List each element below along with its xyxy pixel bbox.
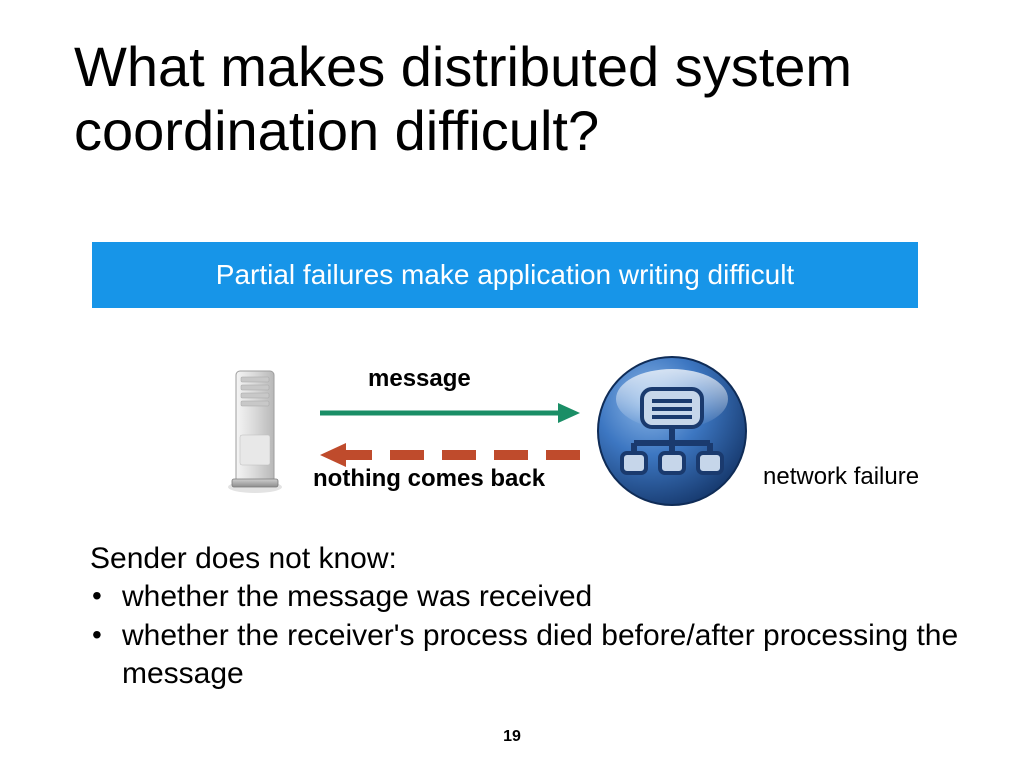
bullet-item: • whether the receiver's process died be… [90, 617, 960, 694]
body-text: Sender does not know: • whether the mess… [90, 540, 960, 694]
bullet-dot-icon: • [90, 617, 122, 694]
message-label: message [368, 365, 471, 393]
network-icon [592, 351, 752, 511]
slide-title: What makes distributed system coordinati… [74, 35, 954, 164]
banner-text: Partial failures make application writin… [216, 259, 794, 291]
slide: What makes distributed system coordinati… [0, 0, 1024, 768]
banner: Partial failures make application writin… [92, 242, 918, 308]
bullet-text: whether the message was received [122, 578, 960, 616]
server-icon [226, 365, 284, 495]
body-lead: Sender does not know: [90, 540, 960, 578]
bullet-item: • whether the message was received [90, 578, 960, 616]
diagram: message nothing comes back [0, 335, 1024, 525]
arrow-return-icon [320, 443, 580, 467]
page-number: 19 [0, 728, 1024, 746]
bullet-text: whether the receiver's process died befo… [122, 617, 960, 694]
network-failure-label: network failure [763, 463, 919, 491]
bullet-dot-icon: • [90, 578, 122, 616]
nothing-back-label: nothing comes back [313, 465, 545, 493]
arrow-message-icon [320, 401, 580, 425]
